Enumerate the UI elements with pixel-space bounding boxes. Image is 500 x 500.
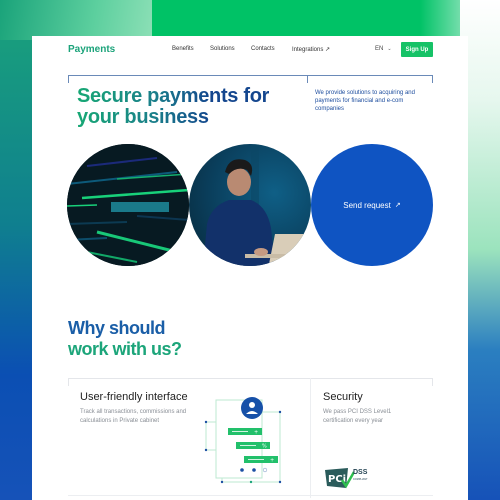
pci-logo-icon: PCi (325, 468, 354, 489)
language-label: EN (375, 46, 384, 52)
pci-compliant-label: COMPLIANT (353, 478, 368, 481)
dashboard-illustration: + % + (204, 397, 282, 484)
arrow-up-right-icon: ↗ (394, 202, 401, 209)
send-request-button[interactable]: Send request ↗ (311, 144, 433, 266)
hero-title-line1: Secure payments for (77, 85, 270, 107)
why-title-line2: work with us? (68, 339, 182, 359)
feature-title: Security (323, 391, 363, 403)
hero-frame-line (68, 75, 433, 83)
language-selector[interactable]: EN ⌄ (375, 46, 392, 52)
send-request-label: Send request (343, 200, 391, 210)
hero-title: Secure payments for your business (77, 86, 269, 128)
logo[interactable]: Payments (68, 44, 115, 55)
man-laptop-illustration (203, 144, 307, 266)
hero-divider (307, 75, 308, 83)
nav-link-solutions[interactable]: Solutions (210, 46, 235, 52)
background-gradient-left (0, 0, 155, 40)
why-section-title: Why should work with us? (68, 318, 182, 360)
why-title-line1: Why should (68, 318, 165, 338)
feature-description: We pass PCI DSS Level1 certification eve… (323, 409, 392, 424)
feature-title: User-friendly interface (80, 391, 188, 403)
pci-dss-label: DSS (353, 469, 368, 476)
svg-text:%: % (262, 444, 267, 450)
hero-title-line2: your business (77, 106, 209, 128)
light-streaks-illustration (67, 144, 189, 266)
sign-up-button[interactable]: Sign Up (401, 42, 433, 57)
man-with-laptop-photo (189, 144, 311, 266)
features-divider (310, 378, 311, 498)
hero-subtitle: We provide solutions to acquiring and pa… (315, 90, 415, 112)
features-frame-line (68, 378, 433, 386)
svg-text:+: + (270, 458, 274, 464)
chevron-down-icon: ⌄ (387, 46, 392, 52)
nav-link-benefits[interactable]: Benefits (172, 46, 194, 52)
nav-link-integrations[interactable]: Integrations ↗ (292, 46, 330, 53)
landing-page: Payments Benefits Solutions Contacts Int… (32, 36, 468, 500)
pci-dss-badge: PCi DSS COMPLIANT (324, 466, 384, 492)
abstract-light-streaks-image (67, 144, 189, 266)
svg-text:+: + (254, 430, 258, 436)
feature-description: Track all transactions, commissions and … (80, 409, 187, 424)
section-bottom-line (68, 495, 433, 496)
top-navigation: Payments Benefits Solutions Contacts Int… (32, 36, 468, 64)
nav-link-contacts[interactable]: Contacts (251, 46, 275, 52)
